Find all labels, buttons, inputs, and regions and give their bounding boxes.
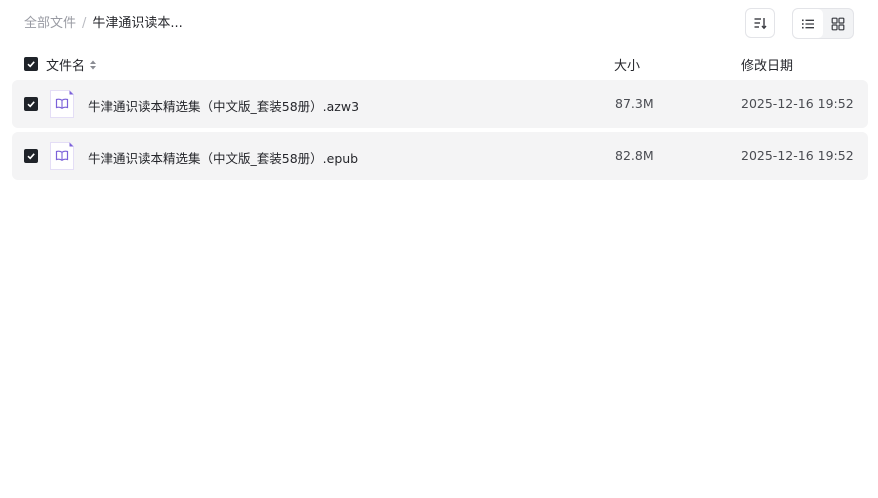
sort-button[interactable] [745, 8, 775, 38]
list-view-button[interactable] [793, 9, 823, 38]
table-row[interactable]: 牛津通识读本精选集（中文版_套装58册）.epub 82.8M 2025-12-… [12, 132, 868, 180]
grid-view-button[interactable] [823, 9, 853, 38]
file-size: 87.3M [615, 96, 654, 111]
breadcrumb-separator: / [82, 16, 87, 31]
sort-descending-icon [754, 18, 767, 30]
select-all-checkbox[interactable] [24, 57, 38, 71]
file-modified-date: 2025-12-16 19:52 [741, 96, 854, 111]
breadcrumb-current: 牛津通识读本... [92, 16, 183, 31]
grid-view-icon [831, 17, 845, 30]
table-row[interactable]: 牛津通识读本精选集（中文版_套装58册）.azw3 87.3M 2025-12-… [12, 80, 868, 128]
checkmark-icon [27, 101, 35, 108]
ebook-file-icon [50, 142, 74, 170]
checkmark-icon [27, 61, 35, 68]
column-header-name-label: 文件名 [46, 59, 86, 74]
breadcrumb: 全部文件 / 牛津通识读本... [24, 15, 183, 33]
file-modified-date: 2025-12-16 19:52 [741, 148, 854, 163]
checkmark-icon [27, 153, 35, 160]
file-size: 82.8M [615, 148, 654, 163]
top-bar: 全部文件 / 牛津通识读本... [0, 0, 878, 48]
ebook-file-icon [50, 90, 74, 118]
column-header-size[interactable]: 大小 [614, 55, 640, 74]
row-checkbox[interactable] [24, 149, 38, 163]
file-name[interactable]: 牛津通识读本精选集（中文版_套装58册）.azw3 [88, 96, 359, 115]
column-header-modified[interactable]: 修改日期 [741, 55, 793, 74]
sort-toggle-icon [89, 59, 97, 71]
view-mode-toggle [792, 8, 854, 39]
breadcrumb-root[interactable]: 全部文件 [24, 15, 76, 33]
column-header-name[interactable]: 文件名 [46, 55, 97, 74]
list-view-icon [802, 19, 814, 28]
table-header: 文件名 大小 修改日期 [12, 50, 868, 78]
row-checkbox[interactable] [24, 97, 38, 111]
file-name[interactable]: 牛津通识读本精选集（中文版_套装58册）.epub [88, 148, 358, 167]
file-browser: 全部文件 / 牛津通识读本... 文件名 大小 修改日期 牛津通识读本精选集（中… [0, 0, 878, 498]
